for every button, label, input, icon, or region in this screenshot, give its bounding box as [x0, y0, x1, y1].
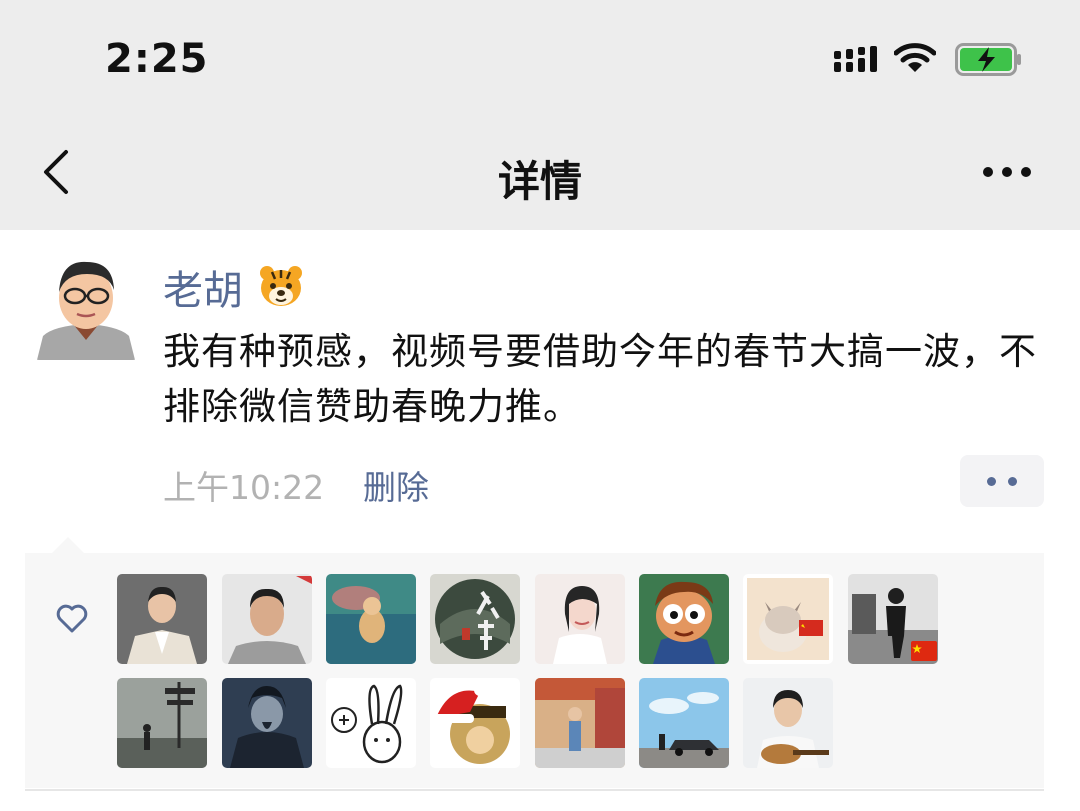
liker-avatar[interactable] [430, 678, 520, 768]
delete-link[interactable]: 删除 [363, 461, 429, 509]
tiger-face-icon [260, 266, 302, 306]
liker-avatar[interactable] [639, 574, 729, 664]
status-time: 2:25 [105, 36, 209, 82]
liker-avatar[interactable] [430, 574, 520, 664]
post-text: 我有种预感，视频号要借助今年的春节大搞一波，不排除微信赞助春晚力推。 [163, 330, 1037, 428]
cellular-signal-icon [834, 46, 877, 72]
liker-avatar[interactable] [743, 574, 833, 664]
liker-avatar[interactable] [326, 678, 416, 768]
top-bar: 2:25 详情 [0, 0, 1080, 230]
china-flag-icon [911, 641, 937, 661]
liker-avatar[interactable] [639, 678, 729, 768]
liker-avatar[interactable] [117, 678, 207, 768]
page-title: 详情 [497, 157, 582, 206]
battery-charging-icon [955, 43, 1021, 76]
liker-avatar[interactable] [222, 574, 312, 664]
liker-avatar[interactable] [222, 678, 312, 768]
liker-avatar[interactable] [535, 678, 625, 768]
author-name[interactable]: 老胡 [163, 258, 243, 316]
wifi-icon [894, 43, 936, 72]
liker-avatar[interactable] [117, 574, 207, 664]
liker-avatar[interactable] [326, 574, 416, 664]
divider [25, 789, 1044, 791]
author-avatar[interactable] [33, 254, 139, 360]
comment-like-menu-button[interactable] [960, 455, 1044, 507]
post-timestamp: 上午10:22 [163, 468, 325, 507]
heart-outline-icon [56, 604, 88, 633]
liker-avatar[interactable] [743, 678, 833, 768]
likes-pointer [52, 537, 84, 553]
menu-dot-icon [987, 477, 996, 486]
liker-avatar[interactable] [535, 574, 625, 664]
more-options-icon[interactable] [980, 160, 1034, 184]
menu-dot-icon [1008, 477, 1017, 486]
